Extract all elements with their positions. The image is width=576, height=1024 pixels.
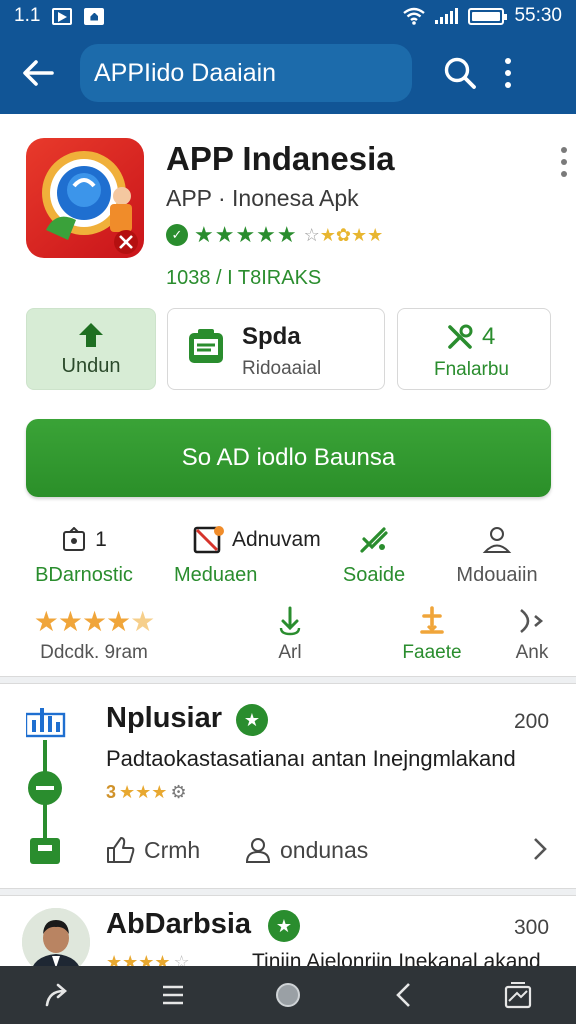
info-diagnostic-count: 1 (95, 528, 107, 551)
app-logo-icon (26, 138, 144, 258)
shield-check-icon (360, 527, 388, 553)
signal-icon (435, 8, 459, 24)
review-verified-icon: ★ (268, 910, 300, 942)
no-ads-icon (193, 526, 224, 554)
system-nav-bar (0, 966, 576, 1024)
rating-feature-label: Faaete (402, 642, 462, 663)
download-label: Undun (61, 354, 121, 377)
timeline-graphic (24, 700, 66, 870)
rating-stars-item: ★★★★★ Ddcdk. 9ram (24, 604, 164, 664)
upload-arrow-icon (79, 322, 103, 347)
review-user-label: ondunas (280, 836, 369, 863)
app-bar: APPIido Daaiain (0, 32, 576, 114)
share-card[interactable]: 4 Fnalarbu (397, 308, 551, 390)
review-text: Padtaokastasatianaı antan Inejngmlakand (106, 746, 516, 771)
app-meta-text: 1038 / I T8IRAKS (166, 267, 322, 289)
person-icon (245, 838, 271, 863)
back-button-icon[interactable] (378, 975, 428, 1015)
section-divider (0, 888, 576, 896)
download-arrow-icon (279, 606, 301, 636)
status-time-left: 1.1 (14, 5, 41, 26)
review-count: 200 (514, 710, 550, 733)
share-count: 4 (482, 323, 496, 350)
review-like-label: Crmh (144, 836, 201, 863)
rating-stars-icon: ★★★★★ (194, 222, 298, 247)
review-rating: 3 ★★★ ⚙ (106, 782, 187, 803)
info-safe[interactable]: Soaide (332, 522, 416, 587)
install-button-label: So AD iodlo Baunsa (181, 444, 396, 471)
search-input[interactable]: APPIido Daaiain (80, 44, 412, 102)
download-button[interactable]: Undun (26, 308, 156, 390)
rating-apk-label: Ank (515, 642, 549, 663)
share-arrow-icon[interactable] (33, 975, 83, 1015)
speed-label: Ridoaaial (242, 358, 322, 379)
info-module[interactable]: Mdouaiin (446, 522, 548, 587)
review-count: 300 (514, 916, 550, 939)
rating-stars-label: Ddcdk. 9ram (40, 642, 148, 663)
search-icon[interactable] (440, 53, 480, 93)
info-diagnostic[interactable]: 1 BDarnostic (34, 522, 134, 587)
share-chevron-icon (520, 608, 544, 634)
secondary-stars-icon: ☆★✿★★ (303, 224, 384, 245)
review-stars-icon: ★★★ (119, 782, 168, 802)
play-store-notification-icon (52, 7, 73, 25)
app-title: APP Indanesia (166, 140, 395, 177)
home-notification-icon (84, 7, 105, 25)
review-verified-icon: ★ (236, 704, 268, 736)
status-time-right: 55:30 (514, 5, 562, 26)
more-options-icon[interactable] (498, 53, 518, 93)
clipboard-icon (63, 527, 86, 551)
info-module-label: Mdouaiin (456, 564, 538, 586)
user-icon (482, 527, 512, 553)
verified-badge-icon: ✓ (166, 224, 188, 246)
share-label: Fnalarbu (434, 359, 509, 380)
info-medium[interactable]: Adnuvam Meduaen (172, 522, 332, 587)
review-rating-number: 3 (106, 782, 117, 802)
recent-apps-icon[interactable] (493, 975, 543, 1015)
thumbs-up-icon (107, 837, 135, 863)
app-rating-row: ✓ ★★★★★ ☆★✿★★ (166, 222, 383, 248)
battery-icon (468, 7, 508, 25)
search-text: APPIido Daaiain (94, 58, 277, 87)
review-title: AbDarbsia (106, 908, 252, 940)
review-like-button[interactable]: Crmh (106, 836, 200, 864)
info-diagnostic-label: BDarnostic (35, 564, 133, 586)
speed-card[interactable]: Spda Ridoaaial (167, 308, 385, 390)
settings-icon: ⚙ (170, 782, 187, 802)
menu-icon[interactable] (148, 975, 198, 1015)
back-arrow-icon[interactable] (18, 53, 58, 93)
home-button-icon[interactable] (263, 975, 313, 1015)
install-button[interactable]: So AD iodlo Baunsa (26, 419, 551, 497)
chevron-right-icon[interactable] (532, 836, 548, 869)
rating-feature-item[interactable]: Faaete (396, 604, 468, 664)
rating-apk-item[interactable]: Ank (506, 604, 558, 664)
info-medium-label: Meduaen (174, 564, 258, 586)
tools-icon (448, 324, 473, 349)
review-title: Nplusiar (106, 702, 223, 734)
wifi-icon (403, 7, 426, 25)
package-icon (186, 327, 226, 372)
app-subtitle: APP · Inonesa Apk (166, 185, 359, 211)
rating-download-label: Arl (278, 642, 302, 663)
review-user-button[interactable]: ondunas (244, 836, 368, 864)
info-medium-top: Adnuvam (232, 528, 321, 551)
star-rating-icon: ★★★★★ (33, 605, 156, 637)
rating-download-item[interactable]: Arl (262, 604, 318, 664)
status-bar: 1.1 55:30 (0, 0, 576, 32)
app-overflow-menu-icon[interactable] (554, 142, 574, 182)
info-safe-label: Soaide (342, 564, 406, 586)
award-icon (420, 606, 444, 634)
speed-title: Spda (242, 323, 301, 350)
section-divider (0, 676, 576, 684)
